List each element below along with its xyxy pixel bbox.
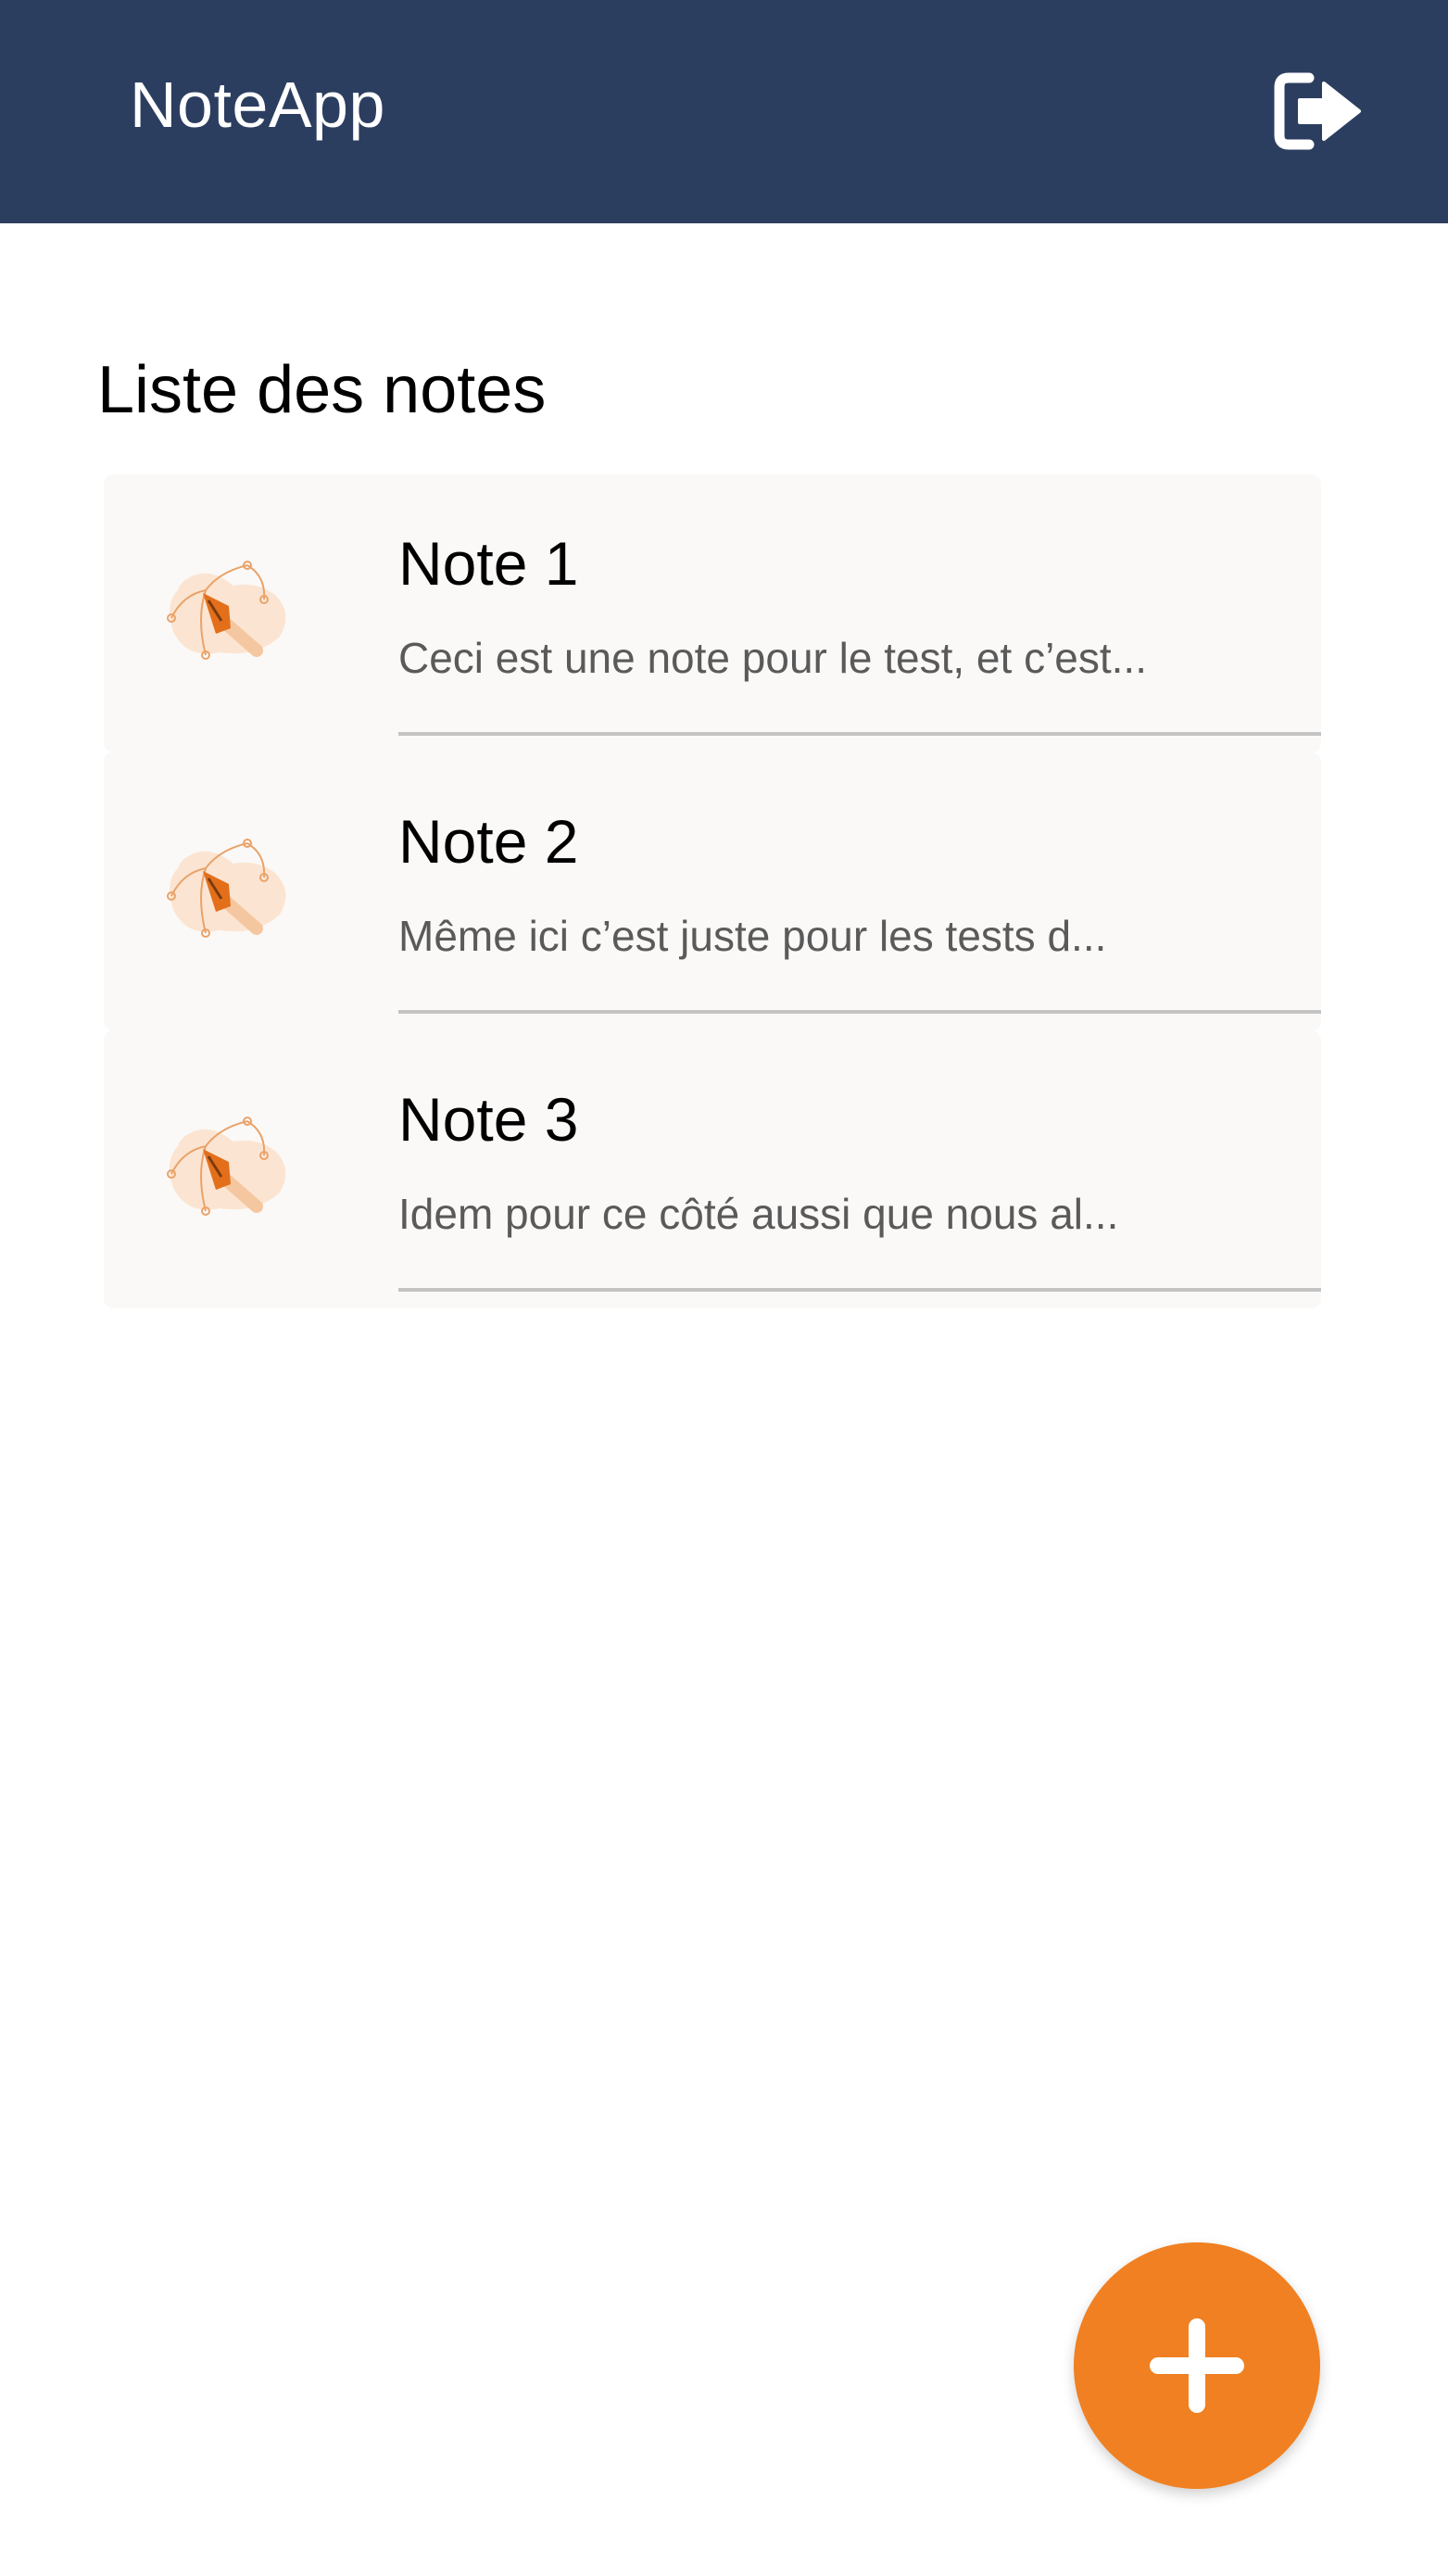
page-title: Liste des notes	[97, 353, 547, 428]
pen-tool-icon	[167, 1117, 286, 1216]
note-title: Note 2	[398, 807, 579, 876]
app-title: NoteApp	[130, 69, 385, 141]
pen-tool-icon	[167, 561, 286, 660]
app-bar: NoteApp	[0, 0, 1448, 223]
note-preview: Même ici c’est juste pour les tests d...	[398, 912, 1107, 960]
divider	[398, 732, 1321, 736]
note-preview: Ceci est une note pour le test, et c’est…	[398, 634, 1147, 682]
plus-icon	[1150, 2318, 1244, 2413]
divider	[398, 1288, 1321, 1292]
pen-tool-icon	[167, 839, 286, 938]
note-title: Note 3	[398, 1085, 579, 1154]
add-note-button[interactable]	[1074, 2242, 1320, 2489]
notes-list: Note 1 Ceci est une note pour le test, e…	[104, 474, 1321, 1308]
divider	[398, 1010, 1321, 1014]
note-list-item[interactable]: Note 1 Ceci est une note pour le test, e…	[104, 474, 1321, 752]
logout-button[interactable]	[1272, 70, 1365, 152]
note-title: Note 1	[398, 529, 579, 598]
note-list-item[interactable]: Note 3 Idem pour ce côté aussi que nous …	[104, 1030, 1321, 1308]
note-list-item[interactable]: Note 2 Même ici c’est juste pour les tes…	[104, 752, 1321, 1030]
note-preview: Idem pour ce côté aussi que nous al...	[398, 1190, 1119, 1238]
logout-icon	[1274, 72, 1361, 150]
